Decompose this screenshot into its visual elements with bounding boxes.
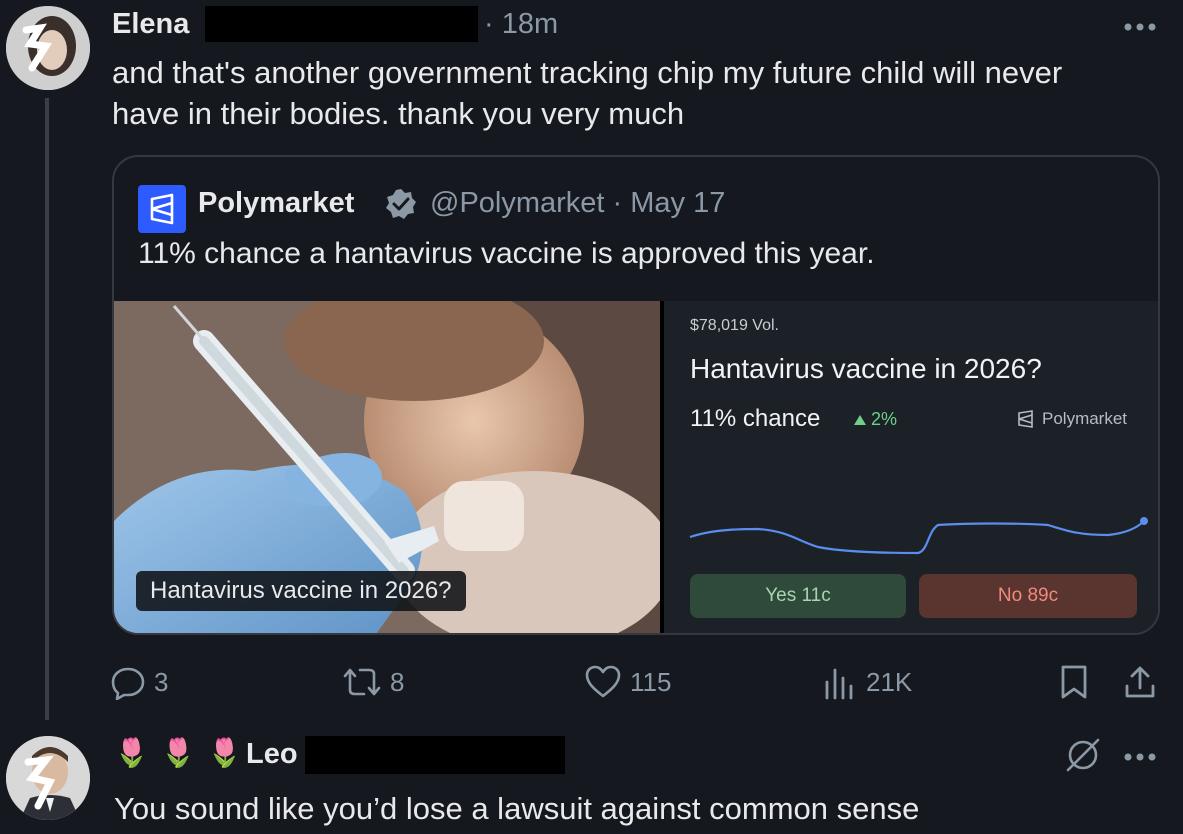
bookmark-icon [1061,665,1087,699]
heart-icon [585,665,621,698]
action-bar: 3 8 115 21K [110,660,1170,704]
post-text-line-1: and that's another government tracking c… [112,55,1063,90]
quote-image[interactable]: Hantavirus vaccine in 2026? [114,301,660,633]
quote-card[interactable]: Polymarket @Polymarket · May 17 11% chan… [112,155,1160,635]
price-chart [689,517,1148,555]
views-button[interactable]: 21K [822,664,912,700]
author-name[interactable]: Elena [112,8,189,41]
grok-icon[interactable] [1064,736,1102,774]
polymarket-small-icon [1018,410,1033,428]
reply-avatar-image [6,736,90,820]
time-text: 18m [501,8,559,40]
reply-icon [111,667,145,700]
yes-button[interactable]: Yes 11c [690,574,906,618]
repost-icon [343,668,381,696]
like-count: 115 [630,666,672,697]
quote-date[interactable]: May 17 [630,187,725,219]
market-panel[interactable]: $78,019 Vol. Hantavirus vaccine in 2026?… [664,301,1158,633]
polymarket-logo-icon [138,185,186,233]
repost-button[interactable]: 8 [342,664,404,700]
dot-separator: · [484,8,502,40]
views-icon [825,668,853,700]
views-count: 21K [866,666,913,697]
quote-handle[interactable]: @Polymarket [430,187,604,219]
reply-author[interactable]: Leo [246,738,298,771]
avatar-image [6,6,90,90]
reply-more-icon[interactable] [1120,750,1160,764]
thread-line [45,98,49,720]
quote-meta: @Polymarket · May 17 [430,187,725,220]
market-chance: 11% chance [690,405,821,432]
market-title: Hantavirus vaccine in 2026? [690,353,1042,384]
brand-label: Polymarket [1042,409,1128,428]
market-volume: $78,019 Vol. [690,317,779,334]
reply-avatar[interactable] [6,736,90,820]
post-text-line-2: have in their bodies. thank you very muc… [112,96,685,131]
post-text: and that's another government tracking c… [112,52,1172,134]
reply-button[interactable]: 3 [110,664,168,700]
repost-count: 8 [390,666,405,697]
avatar[interactable] [6,6,90,90]
reply-emojis: 🌷 🌷 🌷 [114,737,245,768]
verified-icon [384,187,418,221]
share-button[interactable] [1122,664,1158,700]
bookmark-button[interactable] [1058,664,1090,700]
share-icon [1125,666,1155,698]
like-button[interactable]: 115 [584,664,671,700]
post-time[interactable]: · 18m [484,8,558,41]
quote-text: 11% chance a hantavirus vaccine is appro… [138,237,875,270]
no-button[interactable]: No 89c [919,574,1137,618]
delta-value: 2% [871,409,898,429]
quote-author[interactable]: Polymarket [198,187,354,220]
up-arrow-icon [854,414,866,425]
reply-text: You sound like you’d lose a lawsuit agai… [114,791,920,826]
redacted-handle [305,736,565,774]
reply-count: 3 [154,666,169,697]
market-brand: Polymarket [1016,409,1127,429]
market-delta: 2% [854,409,897,430]
redacted-handle [205,6,478,42]
image-caption: Hantavirus vaccine in 2026? [136,571,466,611]
more-icon[interactable] [1120,20,1160,34]
dot-separator: · [604,187,631,219]
